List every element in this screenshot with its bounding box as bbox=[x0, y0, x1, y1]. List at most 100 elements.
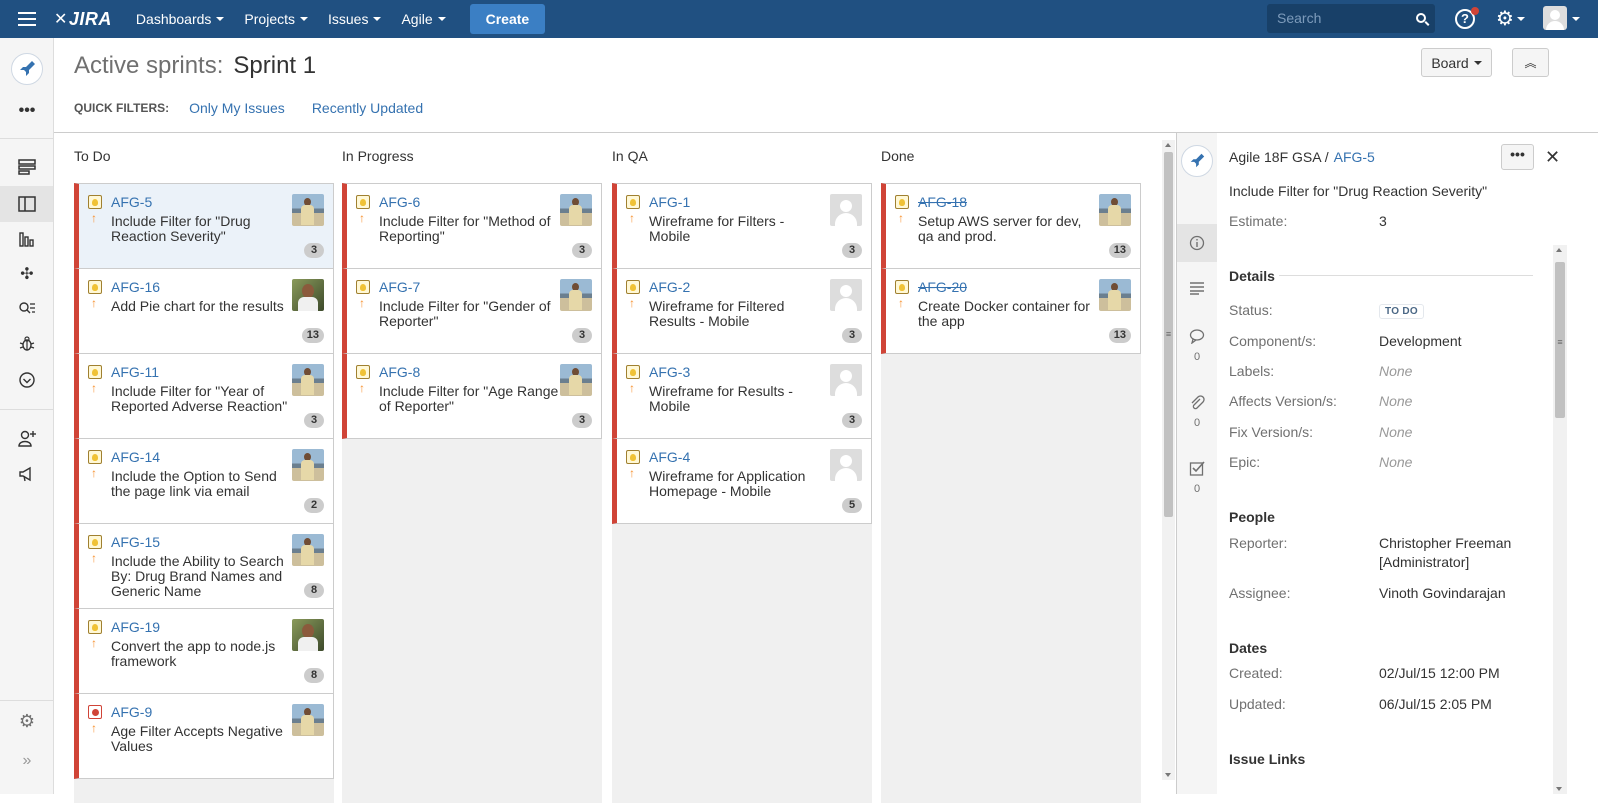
info-icon[interactable] bbox=[1185, 231, 1209, 255]
issue-card[interactable]: ↑ AFG-11 Include Filter for "Year of Repor… bbox=[74, 353, 334, 439]
estimate-value[interactable]: 3 bbox=[1379, 213, 1387, 229]
search-input[interactable]: Search bbox=[1267, 4, 1435, 33]
assignee-avatar[interactable] bbox=[292, 704, 324, 736]
issue-key-link[interactable]: AFG-5 bbox=[1334, 149, 1375, 165]
assignee-avatar[interactable] bbox=[830, 449, 862, 481]
issue-card[interactable]: ↑ AFG-7 Include Filter for "Gender of Repo… bbox=[342, 268, 602, 354]
reports-icon[interactable] bbox=[14, 226, 40, 252]
epic-value[interactable]: None bbox=[1379, 454, 1412, 470]
scroll-down-icon[interactable] bbox=[1165, 773, 1171, 777]
assignee-avatar[interactable] bbox=[292, 194, 324, 226]
issue-key-link[interactable]: AFG-6 bbox=[379, 194, 420, 210]
assignee-avatar[interactable] bbox=[830, 364, 862, 396]
board-menu-button[interactable]: Board bbox=[1421, 48, 1492, 77]
issue-card[interactable]: ↑ AFG-20 Create Docker container for the a… bbox=[881, 268, 1141, 354]
detail-scrollbar[interactable]: ≡ bbox=[1553, 245, 1567, 794]
issue-key-link[interactable]: AFG-3 bbox=[649, 364, 690, 380]
jira-logo[interactable]: ✕ JIRA bbox=[54, 9, 112, 30]
create-button[interactable]: Create bbox=[469, 4, 546, 34]
issue-key-link[interactable]: AFG-4 bbox=[649, 449, 690, 465]
backlog-icon[interactable] bbox=[14, 154, 40, 180]
issue-key-link[interactable]: AFG-19 bbox=[111, 619, 160, 635]
quick-filter-recently-updated[interactable]: Recently Updated bbox=[312, 100, 423, 116]
assignee-avatar[interactable] bbox=[1099, 279, 1131, 311]
more-icon[interactable]: ••• bbox=[14, 98, 40, 124]
issue-card[interactable]: ↑ AFG-3 Wireframe for Results - Mobile 3 bbox=[612, 353, 872, 439]
assignee-avatar[interactable] bbox=[560, 279, 592, 311]
issue-key-link[interactable]: AFG-14 bbox=[111, 449, 160, 465]
gear-icon[interactable]: ⚙ bbox=[1496, 6, 1514, 31]
assignee-avatar[interactable] bbox=[830, 279, 862, 311]
components-icon[interactable]: ✣ bbox=[14, 261, 40, 287]
priority-arrow-icon: ↑ bbox=[359, 211, 365, 225]
issue-key-link[interactable]: AFG-1 bbox=[649, 194, 690, 210]
issue-card[interactable]: ↑ AFG-6 Include Filter for "Method of Repo… bbox=[342, 183, 602, 269]
issue-card[interactable]: ↑ AFG-16 Add Pie chart for the results 13 bbox=[74, 268, 334, 354]
issue-card[interactable]: ↑ AFG-2 Wireframe for Filtered Results - M… bbox=[612, 268, 872, 354]
assignee-avatar[interactable] bbox=[292, 619, 324, 651]
board-icon[interactable] bbox=[14, 191, 40, 217]
assignee-avatar[interactable] bbox=[292, 279, 324, 311]
issue-key-link[interactable]: AFG-20 bbox=[918, 279, 967, 295]
quick-filter-only-my-issues[interactable]: Only My Issues bbox=[189, 100, 285, 116]
comments-icon[interactable] bbox=[1185, 324, 1209, 348]
nav-issues[interactable]: Issues bbox=[328, 11, 382, 27]
issue-card[interactable]: ↑ AFG-19 Convert the app to node.js framew… bbox=[74, 608, 334, 694]
add-user-icon[interactable] bbox=[14, 425, 40, 451]
subtasks-checkbox-icon[interactable] bbox=[1185, 456, 1209, 480]
improvement-type-icon bbox=[895, 280, 909, 294]
assignee-avatar[interactable] bbox=[1099, 194, 1131, 226]
assignee-avatar[interactable] bbox=[292, 534, 324, 566]
close-icon[interactable]: ✕ bbox=[1545, 147, 1560, 168]
description-icon[interactable] bbox=[1185, 276, 1209, 300]
issue-card[interactable]: ↑ AFG-14 Include the Option to Send the pa… bbox=[74, 438, 334, 524]
issue-key-link[interactable]: AFG-9 bbox=[111, 704, 152, 720]
user-avatar[interactable] bbox=[1543, 6, 1567, 30]
issue-key-link[interactable]: AFG-15 bbox=[111, 534, 160, 550]
affects-version-value[interactable]: None bbox=[1379, 393, 1412, 409]
assignee-avatar[interactable] bbox=[560, 364, 592, 396]
menu-icon[interactable] bbox=[0, 0, 54, 38]
releases-icon[interactable] bbox=[14, 367, 40, 393]
component-value[interactable]: Development bbox=[1379, 333, 1462, 349]
scroll-up-icon[interactable] bbox=[1556, 248, 1562, 252]
attachment-paperclip-icon[interactable] bbox=[1185, 390, 1209, 414]
issue-key-link[interactable]: AFG-16 bbox=[111, 279, 160, 295]
issue-card[interactable]: ↑ AFG-9 Age Filter Accepts Negative Values bbox=[74, 693, 334, 779]
scroll-up-icon[interactable] bbox=[1165, 143, 1171, 147]
issue-key-link[interactable]: AFG-7 bbox=[379, 279, 420, 295]
board-scrollbar[interactable]: ≡ bbox=[1162, 140, 1175, 780]
issues-search-icon[interactable] bbox=[14, 296, 40, 322]
nav-projects[interactable]: Projects bbox=[244, 11, 308, 27]
feedback-megaphone-icon[interactable] bbox=[14, 461, 40, 487]
reporter-value[interactable]: Christopher Freeman bbox=[1379, 535, 1511, 551]
nav-dashboards[interactable]: Dashboards bbox=[136, 11, 225, 27]
priority-arrow-icon: ↑ bbox=[629, 211, 635, 225]
issue-card[interactable]: ↑ AFG-8 Include Filter for "Age Range of R… bbox=[342, 353, 602, 439]
assignee-value[interactable]: Vinoth Govindarajan bbox=[1379, 585, 1506, 601]
assignee-avatar[interactable] bbox=[292, 364, 324, 396]
project-avatar[interactable] bbox=[11, 53, 43, 85]
labels-value[interactable]: None bbox=[1379, 363, 1412, 379]
fix-version-value[interactable]: None bbox=[1379, 424, 1412, 440]
scroll-down-icon[interactable] bbox=[1556, 787, 1562, 791]
expand-sidebar-icon[interactable]: » bbox=[14, 748, 40, 774]
settings-gear-icon[interactable]: ⚙ bbox=[14, 708, 40, 734]
more-actions-button[interactable]: ••• bbox=[1501, 144, 1534, 170]
assignee-avatar[interactable] bbox=[830, 194, 862, 226]
assignee-avatar[interactable] bbox=[292, 449, 324, 481]
assignee-avatar[interactable] bbox=[560, 194, 592, 226]
issue-card[interactable]: ↑ AFG-15 Include the Ability to Search By:… bbox=[74, 523, 334, 609]
bug-icon[interactable] bbox=[14, 331, 40, 357]
collapse-header-button[interactable]: ︽ bbox=[1512, 48, 1549, 77]
issue-key-link[interactable]: AFG-18 bbox=[918, 194, 967, 210]
issue-card[interactable]: ↑ AFG-5 Include Filter for "Drug Reaction … bbox=[74, 183, 334, 269]
issue-card[interactable]: ↑ AFG-1 Wireframe for Filters - Mobile 3 bbox=[612, 183, 872, 269]
issue-key-link[interactable]: AFG-5 bbox=[111, 194, 152, 210]
issue-key-link[interactable]: AFG-8 bbox=[379, 364, 420, 380]
issue-key-link[interactable]: AFG-11 bbox=[111, 364, 159, 380]
issue-key-link[interactable]: AFG-2 bbox=[649, 279, 690, 295]
issue-card[interactable]: ↑ AFG-18 Setup AWS server for dev, qa and … bbox=[881, 183, 1141, 269]
issue-card[interactable]: ↑ AFG-4 Wireframe for Application Homepage… bbox=[612, 438, 872, 524]
nav-agile[interactable]: Agile bbox=[401, 11, 446, 27]
